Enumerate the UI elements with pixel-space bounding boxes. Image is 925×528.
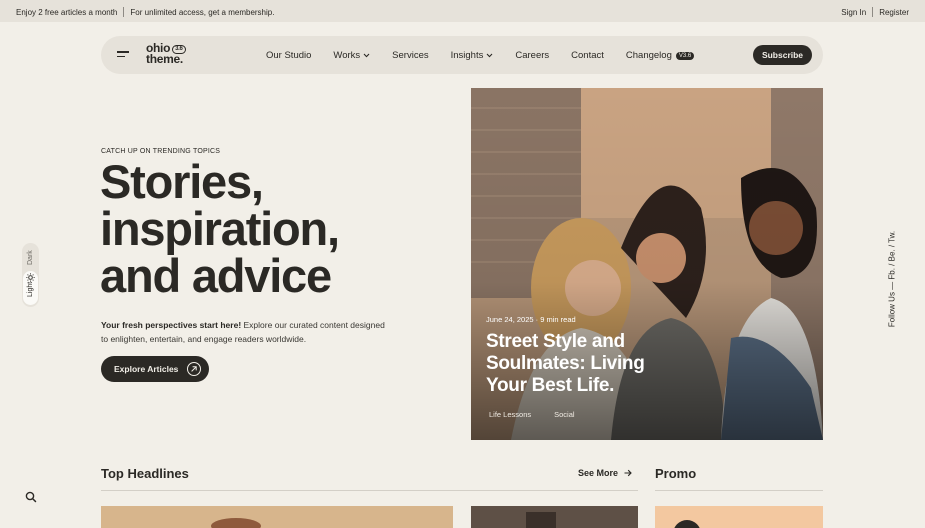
offer-text: Enjoy 2 free articles a month [16,7,118,17]
arrow-right-icon [187,362,201,376]
announcement-bar: Enjoy 2 free articles a month For unlimi… [0,0,925,22]
subscribe-button[interactable]: Subscribe [753,45,812,65]
register-link[interactable]: Register [879,8,909,17]
dark-mode-label[interactable]: Dark [27,250,34,265]
nav-item-label: Insights [450,50,484,61]
sign-in-link[interactable]: Sign In [841,8,866,17]
nav-item[interactable]: Our Studio [266,50,311,61]
main-navigation: ohio 3.6 theme. Our Studio Works Services In… [101,36,823,74]
hero-headline: Stories, inspiration, and advice [100,158,420,299]
nav-item[interactable]: Changelog V3.6 [625,50,695,61]
arrow-right-icon [624,469,632,477]
theme-toggle[interactable]: Dark Light [22,243,39,307]
membership-link[interactable]: For unlimited access, get a membership. [130,8,274,17]
nav-item-label: Careers [515,50,550,61]
search-icon[interactable] [24,490,38,504]
nav-item[interactable]: Insights [451,50,494,61]
see-more-link[interactable]: See More [578,468,633,478]
nav-item-label: Our Studio [266,50,312,61]
nav-menu: Our Studio Works Services Insights Careers Co… [266,50,716,61]
see-more-label: See More [578,468,619,478]
divider [101,490,638,491]
nav-item[interactable]: Works [333,50,370,61]
nav-item[interactable]: Contact [571,50,604,61]
headline-line: inspiration, [100,202,340,255]
article-date: June 24, 2025 [486,315,534,324]
divider [655,490,823,491]
logo-line-2: theme. [146,52,183,66]
headline-line: and advice [100,249,332,302]
divider [123,7,125,17]
nav-item-label: Contact [571,50,604,61]
intro-bold: Your fresh perspectives start here! [101,320,242,330]
nav-item-label: Services [392,50,429,61]
nav-item[interactable]: Services [392,50,428,61]
sun-icon [26,273,35,282]
nav-item-label: Works [333,50,361,61]
hero-intro: Your fresh perspectives start here! Expl… [101,318,391,346]
hero-eyebrow: CATCH UP ON TRENDING TOPICS [101,148,221,155]
chevron-down-icon [363,53,370,58]
chevron-down-icon [486,53,493,58]
version-badge: V3.6 [675,51,695,60]
light-mode-label[interactable]: Light [27,282,34,297]
social-follow-text[interactable]: Follow Us — Fb. / Be. / Tw. [888,231,897,327]
promo-heading: Promo [655,466,697,481]
article-title[interactable]: Street Style and Soulmates: Living Your … [486,331,686,397]
article-thumbnail[interactable] [471,506,638,528]
site-logo[interactable]: ohio 3.6 theme. [146,42,186,66]
explore-articles-label: Explore Articles [114,364,179,374]
hamburger-icon[interactable] [117,51,129,59]
article-meta: June 24, 2025 · 9 min read [486,315,576,324]
headline-line: Stories, [100,155,264,208]
article-read-time: 9 min read [540,315,576,324]
tag-link[interactable]: Life Lessons [489,410,531,419]
nav-item-label: Changelog [625,50,672,61]
featured-article-card[interactable]: June 24, 2025 · 9 min read Street Style … [471,88,823,440]
nav-item[interactable]: Careers [515,50,549,61]
promo-thumbnail[interactable] [655,506,823,528]
article-tags: Life Lessons Social [489,410,598,419]
social-follow[interactable]: Follow Us — Fb. / Be. / Tw. [884,220,900,338]
tag-link[interactable]: Social [554,410,574,419]
article-thumbnail[interactable] [101,506,453,528]
divider [872,7,874,17]
explore-articles-button[interactable]: Explore Articles [101,356,209,382]
top-headlines-heading: Top Headlines [101,466,189,481]
